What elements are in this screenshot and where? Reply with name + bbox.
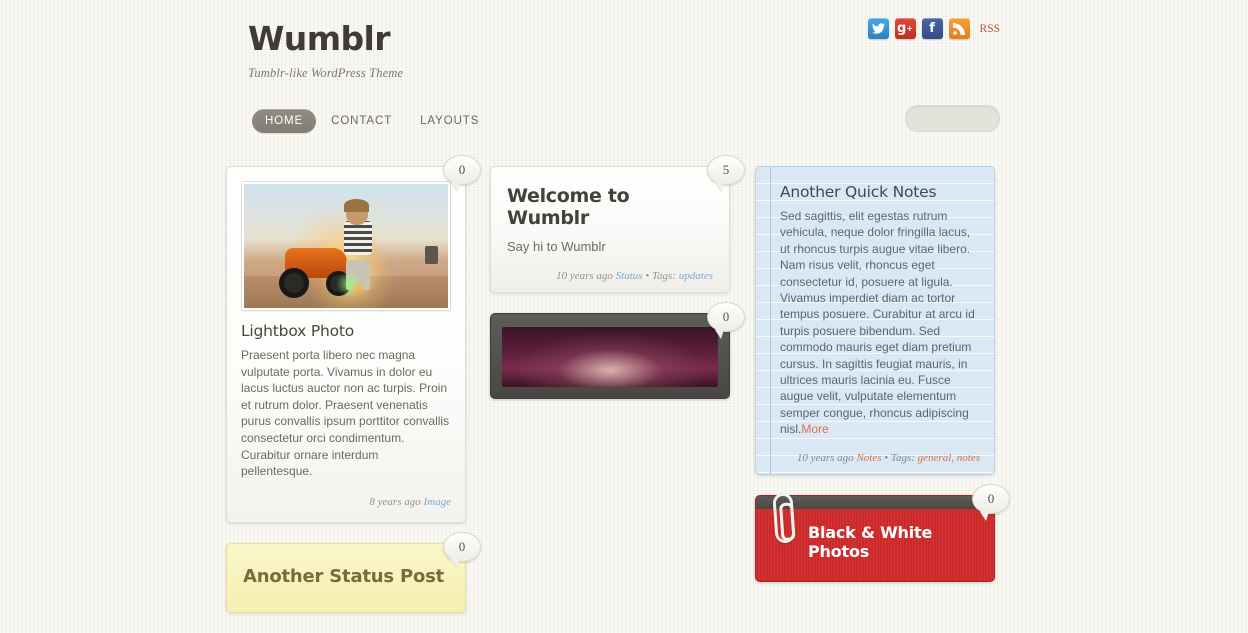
comment-count-bubble[interactable]: 0 <box>443 531 481 562</box>
site-header: Wumblr Tumblr-like WordPress Theme <box>248 21 768 81</box>
nav-item-contact[interactable]: CONTACT <box>318 109 405 133</box>
post-meta-tags[interactable]: general, notes <box>918 452 980 464</box>
comment-count-bubble[interactable]: 0 <box>972 483 1010 514</box>
rss-label[interactable]: RSS <box>980 23 1000 35</box>
grid-column-1: 0 Lightbox Photo Praesent porta libero n… <box>226 155 481 633</box>
grid-column-2: 5 Welcome to Wumblr Say hi to Wumblr 10 … <box>490 155 745 419</box>
nav-item-home[interactable]: HOME <box>252 109 317 133</box>
post-meta-category[interactable]: Notes <box>856 452 881 464</box>
photo-boy-body <box>343 221 372 256</box>
site-title[interactable]: Wumblr <box>248 21 768 57</box>
post-body: Praesent porta libero nec magna vulputat… <box>241 348 450 479</box>
post-meta-time: 10 years ago <box>556 270 613 282</box>
nav-item-layouts[interactable]: LAYOUTS <box>407 109 492 133</box>
rss-icon[interactable] <box>948 18 970 39</box>
search-input[interactable] <box>905 105 1000 132</box>
post-card-video[interactable]: 0 <box>490 302 745 399</box>
comment-count-bubble[interactable]: 0 <box>707 302 745 332</box>
post-meta-tags[interactable]: updates <box>679 270 713 282</box>
post-meta-tags-label: Tags: <box>890 451 915 464</box>
page-root: Wumblr Tumblr-like WordPress Theme g + f … <box>0 0 1248 613</box>
paperclip-icon <box>772 492 796 544</box>
post-meta-time: 10 years ago <box>796 451 854 464</box>
facebook-icon[interactable]: f <box>921 18 943 39</box>
post-title[interactable]: Black & White Photos <box>808 523 980 561</box>
photo-atv-wheel-left <box>278 268 309 299</box>
post-subtitle: Say hi to Wumblr <box>507 239 606 254</box>
post-card-quick-notes[interactable]: Another Quick Notes Sed sagittis, elit e… <box>755 166 995 475</box>
post-meta: 8 years ago Image <box>241 496 451 508</box>
comment-count-bubble[interactable]: 0 <box>443 155 481 185</box>
post-meta-tags-label: Tags: <box>651 270 677 282</box>
post-title[interactable]: Another Status Post <box>243 566 449 587</box>
photo-boy-hair <box>343 198 369 212</box>
read-more-link[interactable]: More <box>801 422 828 436</box>
main-navigation: HOME CONTACT LAYOUTS <box>252 109 492 133</box>
site-tagline: Tumblr-like WordPress Theme <box>248 65 404 80</box>
post-meta: 10 years ago Status • Tags: updates <box>507 270 713 282</box>
post-meta-time: 8 years ago <box>369 495 421 508</box>
post-card-lightbox-photo[interactable]: 0 Lightbox Photo Praesent porta libero n… <box>226 155 481 523</box>
post-card-bw-photos[interactable]: 0 Black & White Photos <box>755 483 1010 582</box>
post-body: Sed sagittis, elit egestas rutrum vehicu… <box>780 208 980 438</box>
post-title[interactable]: Another Quick Notes <box>780 183 980 201</box>
google-plus-icon[interactable]: g + <box>894 18 916 39</box>
post-meta-separator: • <box>645 270 650 282</box>
post-card-another-status[interactable]: 0 Another Status Post <box>226 531 481 613</box>
post-meta-separator: • <box>884 451 889 464</box>
post-title[interactable]: Lightbox Photo <box>241 322 451 340</box>
social-links: g + f RSS <box>867 18 1000 39</box>
photo-lens-flare-orange <box>350 280 367 297</box>
lightbox-photo-image[interactable] <box>244 184 448 308</box>
photo-frame[interactable] <box>241 181 451 311</box>
video-thumbnail[interactable] <box>502 327 718 387</box>
twitter-icon[interactable] <box>867 18 889 39</box>
post-body-text: Sed sagittis, elit egestas rutrum vehicu… <box>780 209 975 437</box>
post-meta-category[interactable]: Image <box>424 496 452 508</box>
photo-barrel <box>424 246 438 264</box>
post-meta: 10 years ago Notes • Tags: general, note… <box>780 452 980 464</box>
post-meta-category[interactable]: Status <box>616 270 643 282</box>
post-card-welcome[interactable]: 5 Welcome to Wumblr Say hi to Wumblr 10 … <box>490 155 745 293</box>
post-title[interactable]: Welcome to Wumblr <box>507 185 713 229</box>
grid-column-3: Another Quick Notes Sed sagittis, elit e… <box>755 166 1010 602</box>
comment-count-bubble[interactable]: 5 <box>707 155 745 185</box>
